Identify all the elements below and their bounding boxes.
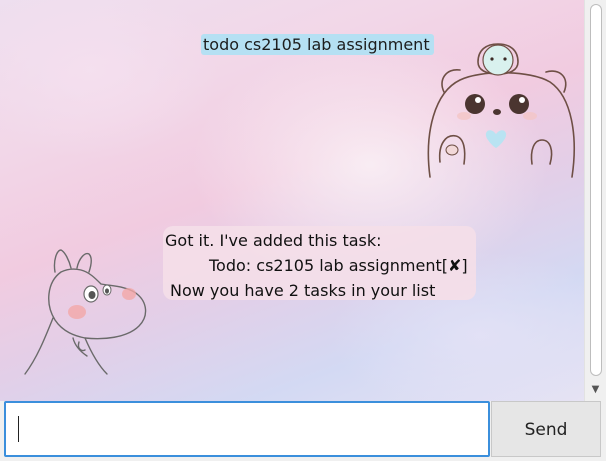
bot-message-task-line: Todo: cs2105 lab assignment[✘]	[209, 253, 468, 278]
text-caret	[18, 416, 19, 442]
user-message-text: todo cs2105 lab assignment	[203, 35, 430, 54]
not-done-icon: ✘	[448, 256, 462, 275]
bot-message-bubble: Got it. I've added this task: Todo: cs21…	[163, 226, 476, 300]
user-message-bubble: todo cs2105 lab assignment	[201, 34, 434, 55]
bot-message-line: Now you have 2 tasks in your list	[170, 281, 436, 300]
scrollbar-thumb[interactable]	[590, 4, 602, 376]
bear-avatar-icon	[427, 43, 575, 178]
chat-scrollbar[interactable]: ▼	[584, 0, 606, 401]
bot-message-line: Got it. I've added this task:	[165, 231, 382, 250]
message-input[interactable]	[4, 401, 490, 457]
input-bar: Send	[0, 401, 606, 461]
task-bracket: ]	[461, 256, 468, 275]
chat-area[interactable]: todo cs2105 lab assignment Got it. I've …	[0, 0, 584, 401]
task-description: Todo: cs2105 lab assignment[	[209, 256, 448, 275]
background-cloud	[0, 0, 220, 160]
scroll-down-arrow-icon[interactable]: ▼	[589, 383, 602, 396]
send-button[interactable]: Send	[491, 401, 601, 457]
moomin-avatar-icon	[24, 249, 147, 375]
